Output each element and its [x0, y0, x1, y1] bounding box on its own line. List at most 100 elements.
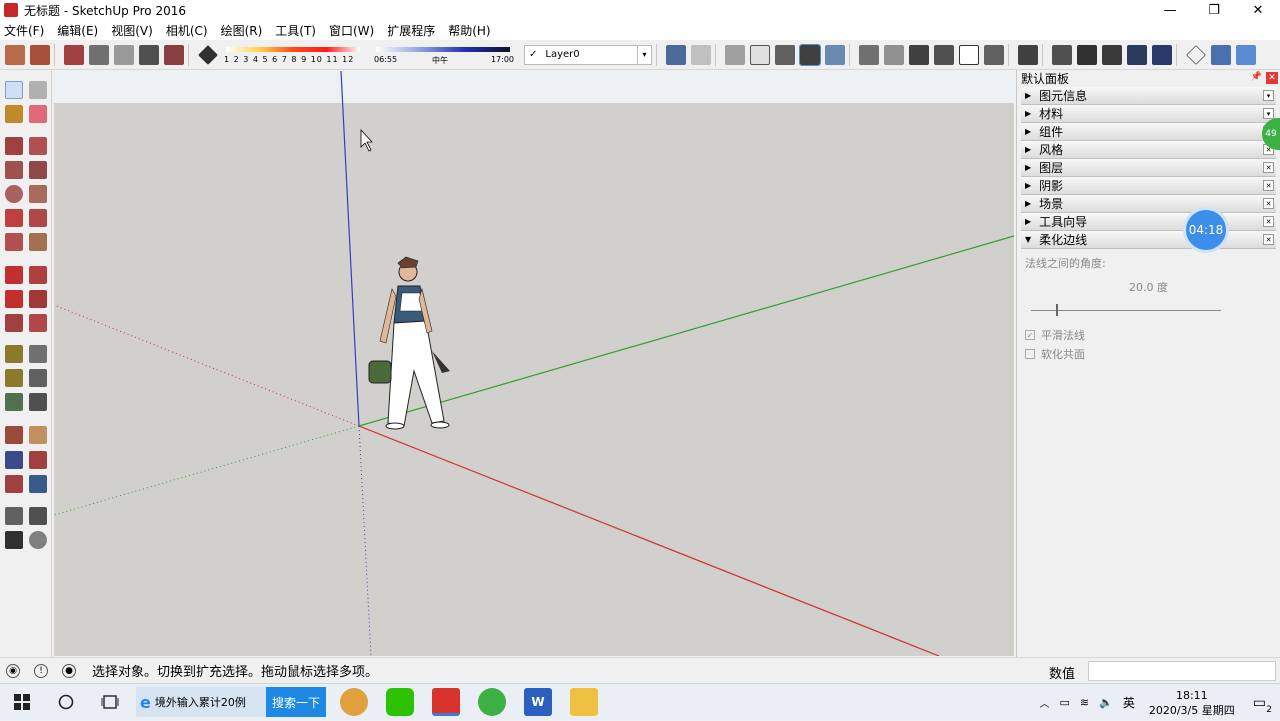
soften-coplanar-checkbox[interactable]: [1025, 349, 1035, 359]
task-view-icon[interactable]: [96, 688, 124, 716]
zoom-tool-icon[interactable]: [5, 451, 23, 469]
tray-collapse-icon[interactable]: ▾: [1263, 108, 1274, 119]
intersect-icon[interactable]: [1052, 44, 1072, 65]
menu-tools[interactable]: 工具(T): [275, 22, 316, 39]
tray-shadows[interactable]: ▶ 阴影 ✕: [1021, 177, 1276, 195]
tray-styles[interactable]: ▶ 风格 ✕: [1021, 141, 1276, 159]
protractor-tool-icon[interactable]: [5, 369, 23, 387]
two-point-arc-icon[interactable]: [29, 209, 47, 227]
zoom-extents-icon[interactable]: [5, 475, 23, 493]
paint-bucket-tool-icon[interactable]: [5, 105, 23, 123]
pan-tool-icon[interactable]: [29, 426, 47, 444]
textured-style-icon[interactable]: [799, 43, 821, 66]
dimension-tool-icon[interactable]: [29, 345, 47, 363]
wireframe-style-icon[interactable]: [725, 44, 745, 65]
browser-360-icon[interactable]: [478, 688, 506, 716]
3d-text-tool-icon[interactable]: [29, 393, 47, 411]
menu-draw[interactable]: 绘图(R): [221, 22, 263, 39]
hidden-line-style-icon[interactable]: [750, 44, 770, 65]
trim-icon[interactable]: [1127, 44, 1147, 65]
wechat-icon[interactable]: [386, 688, 414, 716]
section-plane-icon[interactable]: [1186, 44, 1206, 65]
tray-collapse-icon[interactable]: ▾: [1263, 90, 1274, 101]
panel-close-icon[interactable]: ✕: [1266, 72, 1278, 84]
iso-view-icon[interactable]: [859, 44, 879, 65]
stamp-icon[interactable]: [139, 44, 159, 65]
shaded-style-icon[interactable]: [775, 44, 795, 65]
union-icon[interactable]: [1077, 44, 1097, 65]
make-component-icon[interactable]: [29, 81, 47, 99]
volume-icon[interactable]: 🔈: [1099, 696, 1113, 709]
rotated-rectangle-icon[interactable]: [29, 161, 47, 179]
xray-style-icon[interactable]: [666, 44, 686, 65]
zoom-window-icon[interactable]: [29, 451, 47, 469]
geolocation-icon[interactable]: ◉: [6, 663, 20, 678]
tray-scenes[interactable]: ▶ 场景 ✕: [1021, 195, 1276, 213]
section-plane-tool-icon[interactable]: [29, 531, 47, 549]
model-viewport[interactable]: [54, 71, 1014, 656]
angle-slider[interactable]: [1025, 301, 1272, 321]
back-view-icon[interactable]: [959, 44, 979, 65]
monochrome-style-icon[interactable]: [825, 44, 845, 65]
user-icon[interactable]: ●: [62, 663, 76, 678]
qq-icon[interactable]: [340, 688, 368, 716]
close-button[interactable]: ✕: [1236, 0, 1280, 20]
tray-chevron-up-icon[interactable]: ︿: [1040, 695, 1050, 710]
tray-instructor[interactable]: ▶ 工具向导 ✕: [1021, 213, 1276, 231]
position-camera-icon[interactable]: [5, 507, 23, 525]
clock[interactable]: 18:11 2020/3/5 星期四: [1149, 688, 1235, 718]
smoove-icon[interactable]: [114, 44, 134, 65]
ie-taskbar-item[interactable]: e 境外输入累计20例: [136, 687, 266, 717]
previous-view-icon[interactable]: [29, 475, 47, 493]
top-view-icon[interactable]: [884, 44, 904, 65]
text-tool-icon[interactable]: [29, 369, 47, 387]
smooth-normals-checkbox[interactable]: ✓: [1025, 330, 1035, 340]
chevron-down-icon[interactable]: ▾: [637, 45, 651, 64]
tray-close-icon[interactable]: ✕: [1263, 216, 1274, 227]
front-view-icon[interactable]: [909, 44, 929, 65]
minimize-button[interactable]: —: [1148, 0, 1192, 20]
offset-tool-icon[interactable]: [29, 314, 47, 332]
menu-camera[interactable]: 相机(C): [166, 22, 208, 39]
circle-tool-icon[interactable]: [5, 185, 23, 203]
person-figure[interactable]: [368, 256, 450, 430]
tray-close-icon[interactable]: ✕: [1263, 180, 1274, 191]
move-tool-icon[interactable]: [5, 266, 23, 284]
tray-entity-info[interactable]: ▶ 图元信息 ▾: [1021, 87, 1276, 105]
pie-tool-icon[interactable]: [29, 233, 47, 251]
three-point-arc-icon[interactable]: [5, 233, 23, 251]
tray-close-icon[interactable]: ✕: [1263, 234, 1274, 245]
follow-me-tool-icon[interactable]: [29, 290, 47, 308]
scale-tool-icon[interactable]: [5, 314, 23, 332]
freehand-tool-icon[interactable]: [29, 137, 47, 155]
network-icon[interactable]: ▭: [1060, 696, 1070, 709]
tray-close-icon[interactable]: ✕: [1263, 162, 1274, 173]
axes-tool-icon[interactable]: [5, 393, 23, 411]
rotate-tool-icon[interactable]: [5, 290, 23, 308]
windows-start-icon[interactable]: [8, 688, 36, 716]
eraser-tool-icon[interactable]: [29, 105, 47, 123]
search-button[interactable]: 搜索一下: [266, 687, 326, 717]
timer-badge[interactable]: 04:18: [1183, 207, 1229, 253]
back-edges-icon[interactable]: [691, 44, 711, 65]
select-tool-icon[interactable]: [5, 81, 23, 99]
menu-extensions[interactable]: 扩展程序: [387, 22, 435, 39]
materials-icon[interactable]: [30, 44, 50, 65]
menu-view[interactable]: 视图(V): [111, 22, 153, 39]
tape-measure-icon[interactable]: [5, 345, 23, 363]
right-view-icon[interactable]: [934, 44, 954, 65]
section-cut-icon[interactable]: [1236, 44, 1256, 65]
layer-select[interactable]: ✓ Layer0 ▾: [524, 44, 652, 65]
menu-help[interactable]: 帮助(H): [448, 22, 490, 39]
ime-indicator[interactable]: 英: [1123, 694, 1135, 711]
left-view-icon[interactable]: [984, 44, 1004, 65]
tray-components[interactable]: ▶组件▾: [1021, 123, 1276, 141]
terrain-icon[interactable]: [89, 44, 109, 65]
walk-tool-icon[interactable]: [5, 531, 23, 549]
menu-window[interactable]: 窗口(W): [329, 22, 374, 39]
shadow-date-slider[interactable]: 1 2 3 4 5 6 7 8 9 10 11 12: [224, 43, 364, 67]
subtract-icon[interactable]: [1102, 44, 1122, 65]
orbit-tool-icon[interactable]: [5, 426, 23, 444]
info-icon[interactable]: !: [34, 663, 48, 678]
arc-tool-icon[interactable]: [5, 209, 23, 227]
